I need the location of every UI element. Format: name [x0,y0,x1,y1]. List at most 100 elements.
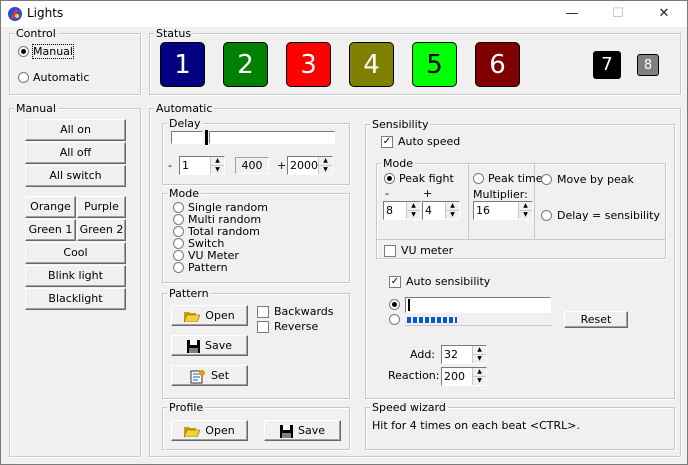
spin-down-icon[interactable]: ▼ [519,211,532,219]
add-label: Add: [410,348,436,361]
control-option-manual[interactable]: Manual [17,44,132,60]
spin-up-icon[interactable]: ▲ [519,202,532,211]
peak-fight-plus: + [423,187,433,200]
control-option-automatic[interactable]: Automatic [17,70,132,86]
reset-button[interactable]: Reset [564,311,628,328]
manual-label: Manual [32,44,74,59]
profile-group: Profile Open Save [162,401,350,450]
spin-down-icon[interactable]: ▼ [473,355,486,363]
manual-radio[interactable] [18,46,29,57]
sensibility-slider-thumb[interactable] [408,299,410,311]
automatic-group: Automatic Delay - 1 ▲ ▼ 400 + 2000 ▲ ▼ Mod… [149,102,681,457]
sensibility-mode-group: Mode Peak fight - + 8 ▲ ▼ 4 ▲ ▼ Peak tim… [376,157,666,259]
multiplier-spinner[interactable]: 16 ▲ ▼ [473,201,533,220]
delay-slider[interactable] [171,130,335,146]
mode-pattern[interactable]: Pattern [173,261,343,274]
peak-fight-option[interactable]: Peak fight [384,172,464,186]
backwards-checkbox-row[interactable]: Backwards [257,305,347,319]
level-meter-radio[interactable] [389,314,400,325]
pattern-save-label: Save [204,339,232,352]
reverse-checkbox-row[interactable]: Reverse [257,320,347,334]
sensibility-slider-radio[interactable] [389,299,400,310]
add-value: 32 [444,348,458,361]
spin-down-icon[interactable]: ▼ [407,211,420,219]
peak-time-radio[interactable] [473,173,484,184]
speed-wizard-title: Speed wizard [370,401,448,414]
blacklight-button[interactable]: Blacklight [25,288,126,310]
all-switch-button[interactable]: All switch [25,165,126,187]
peak-fight-min-spinner[interactable]: 8 ▲ ▼ [383,201,421,220]
peak-fight-radio[interactable] [384,173,395,184]
delay-max-sign: + [277,159,287,172]
reaction-label: Reaction: [388,369,440,382]
status-badge-7: 7 [593,51,621,79]
auto-speed-row[interactable]: ✓ Auto speed [381,135,501,149]
spin-up-icon[interactable]: ▲ [446,202,459,211]
minimize-icon[interactable]: — [549,1,595,27]
manual-title: Manual [14,102,58,115]
delay-max-spinner[interactable]: 2000 ▲ ▼ [287,156,333,175]
backwards-label: Backwards [274,305,334,318]
all-on-button[interactable]: All on [25,119,126,141]
vu-meter-checkbox[interactable] [384,245,396,257]
speed-wizard-group[interactable]: Speed wizard Hit for 4 times on each bea… [365,401,675,450]
auto-speed-checkbox[interactable]: ✓ [381,136,393,148]
reverse-checkbox[interactable] [257,321,269,333]
pattern-open-button[interactable]: Open [171,305,248,326]
profile-save-button[interactable]: Save [264,420,341,441]
spin-up-icon[interactable]: ▲ [473,368,486,377]
title-bar[interactable]: Lights — ☐ ✕ [1,1,687,27]
peak-fight-max-spinner[interactable]: 4 ▲ ▼ [422,201,460,220]
pattern-set-label: Set [210,369,230,382]
pattern-set-button[interactable]: Set [171,365,248,386]
spin-up-icon[interactable]: ▲ [319,157,332,166]
add-spinner[interactable]: 32 ▲ ▼ [441,345,487,364]
mode-group: Mode Single random Multi random Total ra… [162,187,350,283]
purple-button[interactable]: Purple [77,196,126,218]
cool-button[interactable]: Cool [25,242,126,264]
manual-group: Manual All on All off All switch Orange … [9,102,141,457]
automatic-label: Automatic [33,71,90,84]
backwards-checkbox[interactable] [257,306,269,318]
lights-window: Lights — ☐ ✕ Control Manual Automatic St… [0,0,688,465]
sensibility-group: Sensibility ✓ Auto speed Mode Peak fight… [365,118,675,399]
auto-sensibility-label: Auto sensibility [406,275,491,288]
spin-down-icon[interactable]: ▼ [446,211,459,219]
spin-up-icon[interactable]: ▲ [473,346,486,355]
delay-min-spinner[interactable]: 1 ▲ ▼ [179,156,225,175]
sensibility-title: Sensibility [370,118,431,131]
folder-open-icon [184,312,201,322]
vu-meter-row[interactable]: VU meter [384,244,504,258]
pattern-save-button[interactable]: Save [171,335,248,356]
peak-time-option[interactable]: Peak time [473,172,542,186]
delay-sensibility-radio[interactable] [541,210,552,221]
spin-up-icon[interactable]: ▲ [211,157,224,166]
sensibility-slider[interactable] [405,297,551,313]
delay-slider-thumb[interactable] [205,130,208,145]
delay-group: Delay - 1 ▲ ▼ 400 + 2000 ▲ ▼ [162,117,350,185]
move-by-peak-radio[interactable] [541,174,552,185]
move-by-peak-option[interactable]: Move by peak [541,173,661,187]
automatic-title: Automatic [154,102,215,115]
all-off-button[interactable]: All off [25,142,126,164]
automatic-radio[interactable] [18,72,29,83]
status-light-6: 6 [475,42,520,87]
level-meter-fill [407,317,457,323]
green-2-button[interactable]: Green 2 [77,219,126,241]
green-1-button[interactable]: Green 1 [25,219,76,241]
spin-up-icon[interactable]: ▲ [407,202,420,211]
profile-open-button[interactable]: Open [171,420,248,441]
close-icon[interactable]: ✕ [641,1,687,27]
reaction-spinner[interactable]: 200 ▲ ▼ [441,367,487,386]
orange-button[interactable]: Orange [25,196,76,218]
window-title: Lights [27,6,64,20]
auto-sensibility-checkbox[interactable]: ✓ [389,276,401,288]
blink-light-button[interactable]: Blink light [25,265,126,287]
spin-down-icon[interactable]: ▼ [473,377,486,385]
app-icon [8,7,22,21]
auto-sensibility-row[interactable]: ✓ Auto sensibility [389,275,529,289]
delay-sensibility-option[interactable]: Delay = sensibility [541,209,663,223]
spin-down-icon[interactable]: ▼ [211,166,224,174]
level-meter [405,315,551,326]
spin-down-icon[interactable]: ▼ [319,166,332,174]
